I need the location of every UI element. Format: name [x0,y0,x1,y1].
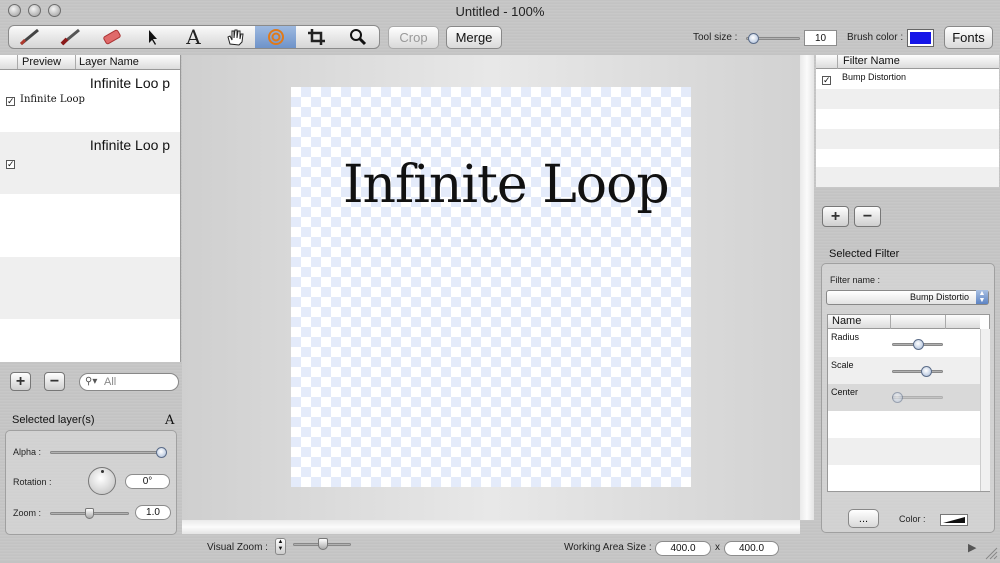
layer-search-field[interactable]: ⚲▾ All [79,373,179,391]
param-name: Radius [831,332,860,342]
rotation-dial[interactable] [88,467,116,495]
color-label: Color : [899,514,926,524]
more-options-button[interactable]: ... [848,509,879,528]
tool-palette: A [8,25,380,49]
text-icon[interactable]: A [173,25,214,49]
rotation-label: Rotation : [13,477,52,487]
empty-row [0,194,180,257]
window-title: Untitled - 100% [455,4,545,19]
empty-row [0,257,180,319]
magnifier-icon[interactable] [337,26,378,48]
working-height-field[interactable]: 400.0 [724,541,779,556]
working-area-label: Working Area Size : [564,542,652,553]
font-icon[interactable]: A [165,413,174,428]
crop-icon[interactable] [296,26,337,48]
add-filter-button[interactable]: + [822,206,849,227]
working-width-field[interactable]: 400.0 [655,541,711,556]
popup-arrows-icon: ▲ ▼ [976,290,988,304]
column-preview[interactable]: Preview [22,56,61,68]
document-canvas[interactable] [291,87,691,487]
param-row[interactable]: Radius [828,329,980,357]
selected-layer-group: Alpha : Rotation : 0° Zoom : 1.0 [5,430,177,535]
alpha-slider[interactable] [50,451,167,454]
scale-slider-knob[interactable] [921,366,933,377]
brush-color-label: Brush color : [847,32,904,43]
column-filter-name[interactable]: Filter Name [843,55,900,67]
filter-color-well[interactable] [940,514,968,526]
filters-table-header: Filter Name [816,55,999,69]
alpha-label: Alpha : [13,447,42,457]
brush-color-well[interactable] [907,29,934,47]
filter-name-popup[interactable]: Bump Distortio ▲ ▼ [826,290,989,305]
param-name: Center [831,387,859,397]
layer-preview-thumbnail: Infinite Loop [20,94,85,105]
remove-layer-button[interactable]: − [44,372,65,391]
search-icon: ⚲▾ [85,376,98,387]
layers-table: Preview Layer Name ✓ Infinite Loop Infin… [0,55,181,362]
layer-row[interactable]: ✓ Infinite Loo p [0,132,180,194]
selected-filter-group: Filter name : Bump Distortio ▲ ▼ Name Rad… [821,263,995,533]
play-icon[interactable]: ▶ [968,541,976,554]
tool-size-slider-knob[interactable] [748,33,760,44]
filter-row[interactable]: ✓ Bump Distortion [816,69,999,89]
scale-slider[interactable] [892,370,943,373]
crop-button[interactable]: Crop [388,26,439,49]
layer-name: Infinite Loo p [89,137,171,153]
fonts-button[interactable]: Fonts [944,26,993,49]
param-row[interactable]: Center [828,384,980,411]
column-layer-name[interactable]: Layer Name [79,56,139,68]
radius-slider-knob[interactable] [913,339,924,350]
visual-zoom-stepper[interactable]: ▲ ▼ [275,538,286,555]
layer-visible-checkbox[interactable]: ✓ [6,97,15,106]
title-bar: Untitled - 100% [0,0,1000,22]
filter-enabled-checkbox[interactable]: ✓ [822,76,831,85]
tool-size-label: Tool size : [693,32,738,43]
merge-button[interactable]: Merge [446,26,502,49]
visual-zoom-knob[interactable] [318,538,328,550]
layers-table-header: Preview Layer Name [0,55,180,70]
times-label: x [715,542,720,553]
layer-name: Infinite Loo p [89,75,171,91]
vertical-scrollbar[interactable] [800,55,814,520]
layer-visible-checkbox[interactable]: ✓ [6,160,15,169]
tool-size-field[interactable]: 10 [804,30,837,46]
column-name[interactable]: Name [832,315,861,327]
canvas-text-layer[interactable]: Infinite Loop [343,155,670,215]
selected-layer-title: Selected layer(s) [12,414,95,426]
paintbrush-icon[interactable] [50,26,91,48]
pointer-icon[interactable] [132,26,173,48]
filter-name: Bump Distortion [842,72,907,82]
swirl-icon[interactable] [255,26,296,48]
zoom-field[interactable]: 1.0 [135,505,171,520]
brush-icon[interactable] [9,26,50,48]
center-slider-knob[interactable] [892,392,903,403]
filter-name-value: Bump Distortio [909,292,969,302]
alpha-slider-knob[interactable] [156,447,167,458]
selected-filter-title: Selected Filter [829,248,900,260]
filters-table: Filter Name ✓ Bump Distortion [816,55,999,187]
layer-row[interactable]: ✓ Infinite Loop Infinite Loo p [0,70,180,132]
filter-params-table: Name Radius Scale Center [827,314,990,492]
params-table-header: Name [828,315,980,329]
param-row[interactable]: Scale [828,357,980,384]
add-layer-button[interactable]: + [10,372,31,391]
zoom-label: Zoom : [13,508,42,518]
rotation-field[interactable]: 0° [125,474,170,489]
remove-filter-button[interactable]: − [854,206,881,227]
horizontal-scrollbar[interactable] [182,520,800,534]
param-name: Scale [831,360,854,370]
search-placeholder: All [104,376,117,388]
resize-grip-icon[interactable] [984,546,998,560]
visual-zoom-label: Visual Zoom : [207,542,268,553]
eraser-icon[interactable] [91,26,132,48]
filter-name-label: Filter name : [830,275,881,285]
hand-icon[interactable] [214,26,255,48]
zoom-slider-knob[interactable] [85,508,94,519]
params-scrollbar[interactable] [980,329,990,491]
